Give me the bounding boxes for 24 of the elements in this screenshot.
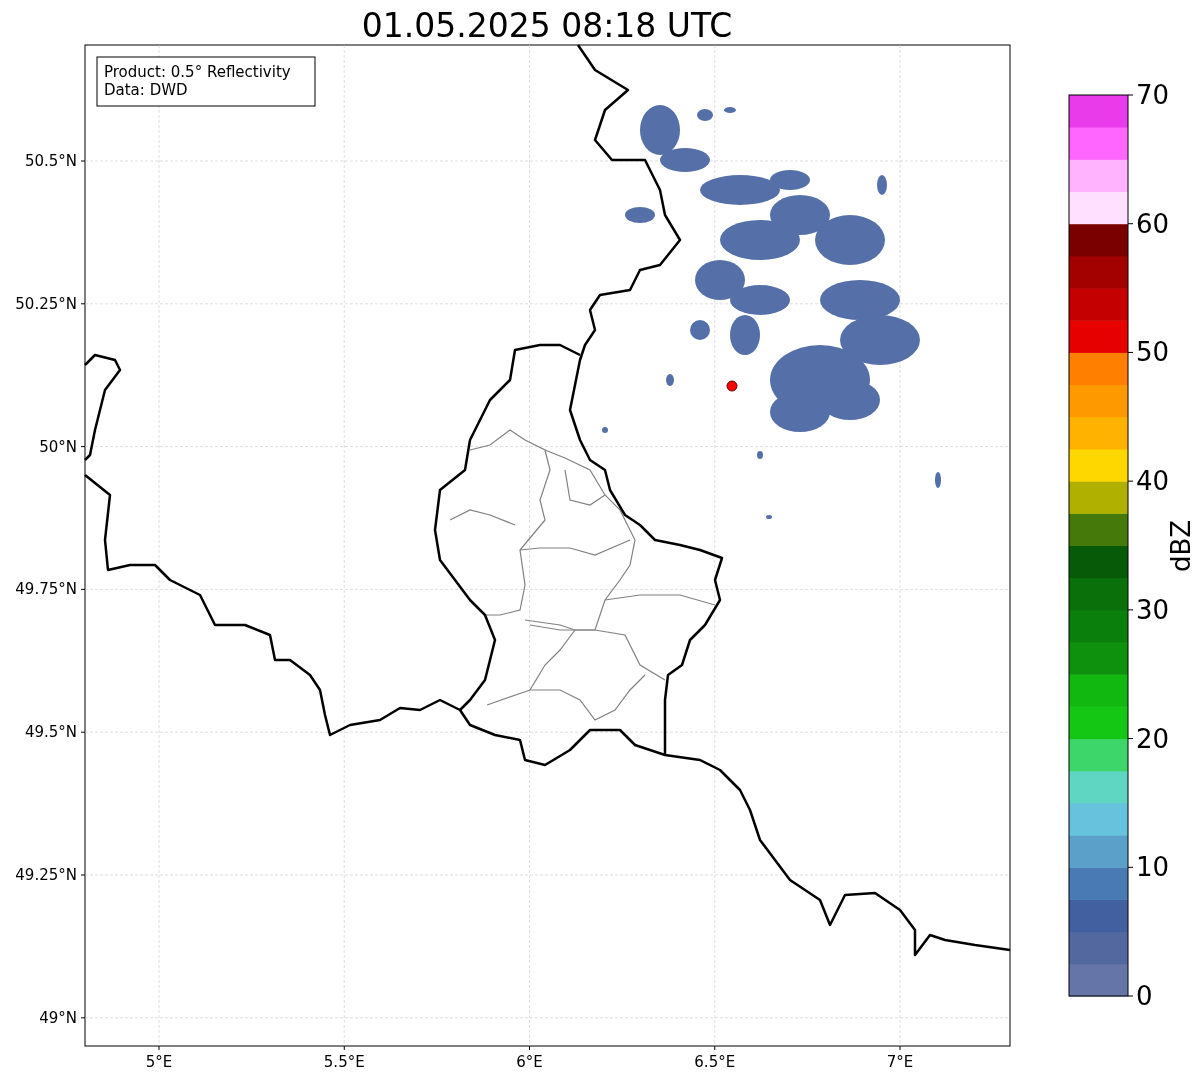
latitude-label: 49.25°N [15, 866, 77, 884]
longitude-label: 6°E [516, 1053, 543, 1071]
colorbar-label: dBZ [1166, 519, 1196, 573]
latitude-label: 50.5°N [24, 152, 77, 170]
colorbar-tick-label: 10 [1136, 852, 1170, 883]
colorbar-tick-label: 70 [1136, 80, 1170, 110]
longitude-label: 6.5°E [694, 1053, 736, 1071]
colorbar-tick-label: 60 [1136, 208, 1170, 239]
longitude-label: 5°E [145, 1053, 173, 1071]
longitude-label: 5.5°E [323, 1053, 365, 1071]
latitude-label: 49.5°N [24, 723, 77, 742]
chart-title: 01.05.2025 08:18 UTC [361, 6, 733, 45]
latitude-label: 50°N [39, 437, 77, 456]
latitude-label: 49.75°N [15, 580, 77, 599]
latitude-label: 49°N [39, 1008, 77, 1027]
colorbar-tick-label: 50 [1136, 337, 1170, 368]
colorbar-tick-label: 40 [1136, 466, 1170, 497]
info-text: Data: DWD [104, 81, 188, 99]
colorbar-tick-label: 30 [1136, 594, 1170, 625]
longitude-label: 7°E [886, 1053, 914, 1071]
colorbar-tick-label: 20 [1136, 723, 1170, 754]
latitude-label: 50.25°N [15, 294, 77, 313]
colorbar-tick-label: 0 [1136, 981, 1153, 1011]
info-text: Product: 0.5° Reflectivity [104, 63, 291, 81]
